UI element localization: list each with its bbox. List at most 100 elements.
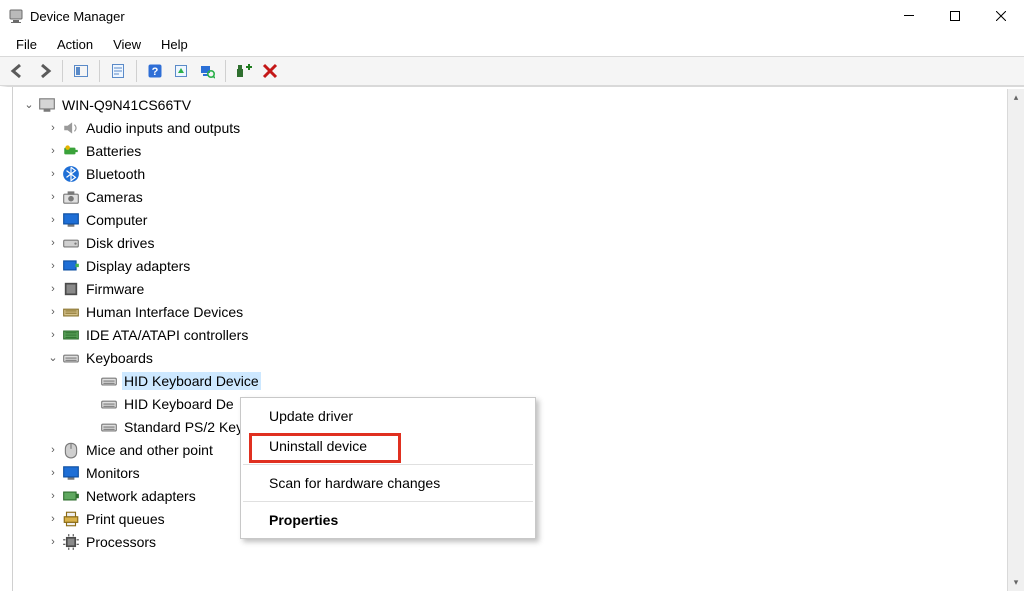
tree-root-label: WIN-Q9N41CS66TV [60,96,193,114]
tree-item-hid[interactable]: › Human Interface Devices [18,300,1024,323]
computer-icon [38,96,56,114]
menu-help[interactable]: Help [151,35,198,54]
chevron-right-icon[interactable]: › [46,167,60,181]
tree-item-label: Disk drives [84,234,156,252]
ctx-separator [243,501,533,502]
tree-item-label: IDE ATA/ATAPI controllers [84,326,250,344]
toolbar-separator [62,60,63,82]
tree-item-audio[interactable]: › Audio inputs and outputs [18,116,1024,139]
toolbar-properties-button[interactable] [106,59,130,83]
app-title: Device Manager [30,9,125,24]
keyboard-icon [100,395,118,413]
ctx-uninstall-device[interactable]: Uninstall device [241,431,535,461]
context-menu: Update driver Uninstall device Scan for … [240,397,536,539]
toolbar-forward-button[interactable] [32,59,56,83]
toolbar-help-button[interactable]: ? [143,59,167,83]
network-adapter-icon [62,487,80,505]
tree-item-label: Computer [84,211,149,229]
tree-item-label: Display adapters [84,257,192,275]
tree-item-label: Standard PS/2 Key [122,418,245,436]
keyboard-icon [62,349,80,367]
toolbar-uninstall-button[interactable] [258,59,282,83]
tree-item-keyboards[interactable]: ⌄ Keyboards [18,346,1024,369]
chevron-right-icon[interactable]: › [46,144,60,158]
toolbar-back-button[interactable] [6,59,30,83]
chevron-right-icon[interactable]: › [46,213,60,227]
tree-item-label: Audio inputs and outputs [84,119,242,137]
chevron-right-icon[interactable]: › [46,535,60,549]
tree-item-label: HID Keyboard Device [122,372,261,390]
tree-item-label: Human Interface Devices [84,303,245,321]
mouse-icon [62,441,80,459]
toolbar-separator [99,60,100,82]
splitter[interactable] [12,87,13,591]
display-adapter-icon [62,257,80,275]
tree-item-label: Monitors [84,464,142,482]
keyboard-icon [100,418,118,436]
minimize-button[interactable] [886,0,932,32]
printer-icon [62,510,80,528]
tree-item-display[interactable]: › Display adapters [18,254,1024,277]
chevron-right-icon[interactable]: › [46,489,60,503]
chevron-down-icon[interactable]: ⌄ [22,98,36,112]
chevron-right-icon[interactable]: › [46,282,60,296]
toolbar-update-driver-button[interactable] [169,59,193,83]
chevron-right-icon[interactable]: › [46,236,60,250]
tree-item-keyboard-device[interactable]: · HID Keyboard Device [18,369,1024,392]
menubar: File Action View Help [0,32,1024,56]
battery-icon [62,142,80,160]
tree-item-label: Bluetooth [84,165,147,183]
chevron-right-icon[interactable]: › [46,305,60,319]
chevron-right-icon[interactable]: › [46,466,60,480]
monitor-icon [62,211,80,229]
camera-icon [62,188,80,206]
bluetooth-icon [62,165,80,183]
toolbar: ? [0,56,1024,86]
tree-item-label: Cameras [84,188,145,206]
toolbar-scan-button[interactable] [195,59,219,83]
tree-item-label: Print queues [84,510,167,528]
chevron-right-icon[interactable]: › [46,259,60,273]
ctx-properties[interactable]: Properties [241,505,535,535]
tree-item-label: Mice and other point [84,441,215,459]
monitor-icon [62,464,80,482]
tree-item-batteries[interactable]: › Batteries [18,139,1024,162]
tree-item-disk[interactable]: › Disk drives [18,231,1024,254]
chevron-right-icon[interactable]: › [46,121,60,135]
tree-root[interactable]: ⌄ WIN-Q9N41CS66TV [18,93,1024,116]
tree-item-computer[interactable]: › Computer [18,208,1024,231]
cpu-icon [62,533,80,551]
speaker-icon [62,119,80,137]
close-button[interactable] [978,0,1024,32]
chevron-right-icon[interactable]: › [46,190,60,204]
scroll-down-button[interactable]: ▾ [1008,574,1024,591]
toolbar-add-legacy-button[interactable] [232,59,256,83]
tree-item-firmware[interactable]: › Firmware [18,277,1024,300]
chevron-down-icon[interactable]: ⌄ [46,351,60,365]
menu-view[interactable]: View [103,35,151,54]
toolbar-tree-toggle-button[interactable] [69,59,93,83]
svg-text:?: ? [152,66,159,78]
hid-icon [62,303,80,321]
tree-item-label: HID Keyboard De [122,395,236,413]
ctx-scan-hardware[interactable]: Scan for hardware changes [241,468,535,498]
tree-item-bluetooth[interactable]: › Bluetooth [18,162,1024,185]
tree-item-label: Keyboards [84,349,155,367]
tree-item-cameras[interactable]: › Cameras [18,185,1024,208]
ctx-separator [243,464,533,465]
scroll-up-button[interactable]: ▴ [1008,89,1024,106]
chevron-right-icon[interactable]: › [46,512,60,526]
menu-action[interactable]: Action [47,35,103,54]
toolbar-separator [225,60,226,82]
app-icon [8,8,24,24]
menu-file[interactable]: File [6,35,47,54]
maximize-button[interactable] [932,0,978,32]
vertical-scrollbar[interactable]: ▴ ▾ [1007,89,1024,591]
tree-item-label: Firmware [84,280,146,298]
chevron-right-icon[interactable]: › [46,328,60,342]
tree-item-ide[interactable]: › IDE ATA/ATAPI controllers [18,323,1024,346]
chevron-right-icon[interactable]: › [46,443,60,457]
tree-item-label: Batteries [84,142,143,160]
disk-icon [62,234,80,252]
ctx-update-driver[interactable]: Update driver [241,401,535,431]
